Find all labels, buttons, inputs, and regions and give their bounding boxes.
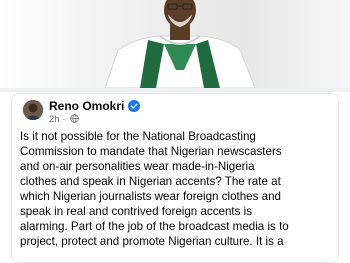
post-text-line: Commission to mandate that Nigerian news… [20, 145, 282, 158]
post-meta: 2h · [49, 114, 79, 125]
post-text-line: speak in real and contrived foreign acce… [20, 205, 253, 218]
post-card: Reno Omokri 2h · Is it not possible for … [11, 93, 339, 263]
man-in-agbada-image [104, 0, 256, 88]
globe-icon [70, 114, 79, 123]
author-name[interactable]: Reno Omokri [49, 99, 141, 113]
post-text-line: alarming. Part of the job of the broadca… [20, 220, 289, 233]
post-text-line: project, protect and promote Nigerian cu… [20, 235, 284, 248]
post-photo[interactable] [0, 0, 350, 88]
post-timestamp[interactable]: 2h [49, 114, 60, 125]
feed-divider [0, 88, 350, 92]
verified-badge-icon [128, 100, 141, 112]
post-text-line: Is it not possible for the National Broa… [20, 130, 256, 143]
post-text-line: clothes and speak in Nigerian accents? T… [20, 175, 281, 188]
post-text-line: which Nigerian journalists wear foreign … [20, 190, 281, 203]
author-name-text: Reno Omokri [49, 99, 125, 113]
post-body: Is it not possible for the National Broa… [20, 129, 342, 249]
post-text-line: and on-air personalities wear made-in-Ni… [20, 160, 255, 173]
avatar[interactable] [23, 100, 43, 120]
